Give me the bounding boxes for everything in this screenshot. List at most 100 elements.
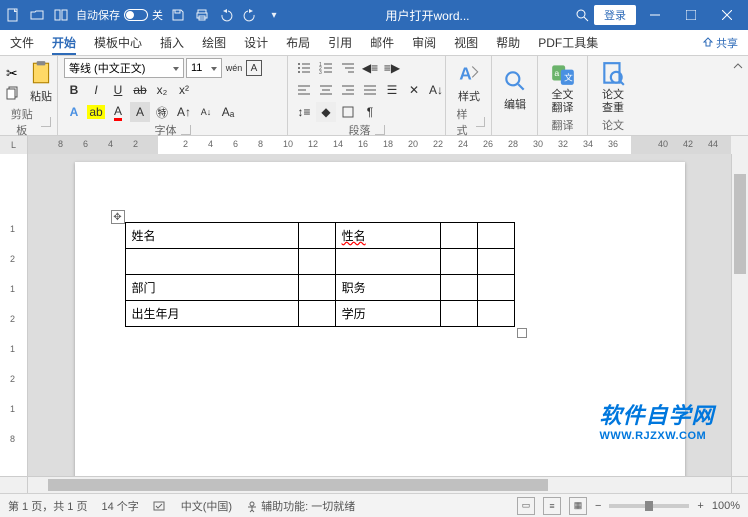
font-color-button[interactable]: A	[108, 102, 128, 122]
table-cell[interactable]	[298, 249, 335, 275]
phonetic-guide-icon[interactable]: wén	[224, 58, 244, 78]
asian-layout-button[interactable]: ✕	[404, 80, 424, 100]
table-cell[interactable]	[298, 223, 335, 249]
char-border-icon[interactable]: A	[246, 60, 262, 76]
print-layout-icon[interactable]: ≡	[543, 497, 561, 515]
italic-button[interactable]: I	[86, 80, 106, 100]
status-proofing-icon[interactable]	[153, 499, 167, 513]
tab-mail[interactable]: 邮件	[370, 34, 394, 51]
focus-view-icon[interactable]: ▭	[517, 497, 535, 515]
zoom-out-button[interactable]: −	[595, 500, 601, 512]
close-button[interactable]	[710, 0, 744, 30]
dialog-launcher-icon[interactable]	[375, 125, 385, 135]
table-cell[interactable]	[440, 223, 477, 249]
styles-button[interactable]: A样式	[452, 58, 486, 106]
show-marks-button[interactable]: ¶	[360, 102, 380, 122]
multilevel-list-button[interactable]	[338, 58, 358, 78]
table-cell[interactable]: 部门	[125, 275, 298, 301]
tab-file[interactable]: 文件	[10, 34, 34, 51]
ruler-horizontal[interactable]: 8 6 4 2 2 4 6 8 10 12 14 16 18 20 22 24 …	[28, 136, 731, 154]
table-cell[interactable]	[440, 249, 477, 275]
table-cell[interactable]: 职务	[335, 275, 440, 301]
underline-button[interactable]: U	[108, 80, 128, 100]
redo-icon[interactable]	[241, 6, 259, 24]
bold-button[interactable]: B	[64, 80, 84, 100]
tab-pdf[interactable]: PDF工具集	[538, 34, 598, 51]
table-cell[interactable]	[298, 301, 335, 327]
zoom-slider[interactable]	[609, 504, 689, 508]
table-cell[interactable]: 学历	[335, 301, 440, 327]
tab-layout[interactable]: 布局	[286, 34, 310, 51]
scrollbar-vertical[interactable]	[731, 154, 748, 476]
tab-references[interactable]: 引用	[328, 34, 352, 51]
dialog-launcher-icon[interactable]	[476, 117, 485, 127]
zoom-level[interactable]: 100%	[712, 500, 740, 512]
distribute-button[interactable]: ☰	[382, 80, 402, 100]
print-icon[interactable]	[193, 6, 211, 24]
line-spacing-button[interactable]: ↕≡	[294, 102, 314, 122]
table-cell[interactable]	[440, 301, 477, 327]
share-button[interactable]: 共享	[702, 35, 738, 51]
table-cell[interactable]	[477, 249, 514, 275]
thesis-check-button[interactable]: 论文查重	[594, 59, 632, 115]
copy-icon[interactable]	[6, 86, 20, 100]
justify-button[interactable]	[360, 80, 380, 100]
autosave-toggle[interactable]: 自动保存 关	[76, 7, 163, 23]
shading-button[interactable]: ◆	[316, 102, 336, 122]
collapse-ribbon-icon[interactable]	[728, 56, 748, 135]
tab-home[interactable]: 开始	[52, 34, 76, 51]
tab-templates[interactable]: 模板中心	[94, 34, 142, 51]
font-family-select[interactable]: 等线 (中文正文)	[64, 58, 184, 78]
table-cell[interactable]: 出生年月	[125, 301, 298, 327]
page[interactable]: ✥ 姓名 性名 部门	[75, 162, 685, 476]
enclose-char-button[interactable]: ㊕	[152, 102, 172, 122]
align-right-button[interactable]	[338, 80, 358, 100]
sort-button[interactable]: A↓	[426, 80, 446, 100]
tab-insert[interactable]: 插入	[160, 34, 184, 51]
table-cell[interactable]	[440, 275, 477, 301]
web-layout-icon[interactable]: ▦	[569, 497, 587, 515]
text-effects-button[interactable]: A	[64, 102, 84, 122]
grow-font-button[interactable]: A↑	[174, 102, 194, 122]
table-cell[interactable]: 性名	[335, 223, 440, 249]
bullets-button[interactable]	[294, 58, 314, 78]
tab-review[interactable]: 审阅	[412, 34, 436, 51]
translate-button[interactable]: a文全文翻译	[544, 59, 581, 115]
editing-button[interactable]: 编辑	[498, 66, 532, 114]
numbering-button[interactable]: 123	[316, 58, 336, 78]
table-cell[interactable]	[298, 275, 335, 301]
undo-icon[interactable]	[217, 6, 235, 24]
minimize-button[interactable]	[638, 0, 672, 30]
table-move-handle-icon[interactable]: ✥	[111, 210, 125, 224]
subscript-button[interactable]: x₂	[152, 80, 172, 100]
scrollbar-horizontal[interactable]	[28, 477, 731, 493]
dialog-launcher-icon[interactable]	[41, 117, 51, 127]
maximize-button[interactable]	[674, 0, 708, 30]
clear-format-button[interactable]: Aₐ	[218, 102, 238, 122]
open-file-icon[interactable]	[28, 6, 46, 24]
tab-design[interactable]: 设计	[244, 34, 268, 51]
superscript-button[interactable]: x²	[174, 80, 194, 100]
shrink-font-button[interactable]: A↓	[196, 102, 216, 122]
table-cell[interactable]	[335, 249, 440, 275]
templates-icon[interactable]	[52, 6, 70, 24]
highlight-button[interactable]: ab	[86, 102, 106, 122]
table-cell[interactable]: 姓名	[125, 223, 298, 249]
tab-help[interactable]: 帮助	[496, 34, 520, 51]
qat-customize-icon[interactable]: ▾	[265, 6, 283, 24]
document-table[interactable]: 姓名 性名 部门 职务	[125, 222, 515, 327]
align-center-button[interactable]	[316, 80, 336, 100]
search-icon[interactable]	[572, 5, 592, 25]
strikethrough-button[interactable]: ab	[130, 80, 150, 100]
tab-draw[interactable]: 绘图	[202, 34, 226, 51]
zoom-in-button[interactable]: +	[697, 500, 703, 512]
char-shading-button[interactable]: A	[130, 102, 150, 122]
table-cell[interactable]	[477, 275, 514, 301]
tab-view[interactable]: 视图	[454, 34, 478, 51]
table-resize-handle-icon[interactable]	[517, 328, 527, 338]
align-left-button[interactable]	[294, 80, 314, 100]
cut-icon[interactable]: ✂	[6, 65, 20, 82]
save-icon[interactable]	[169, 6, 187, 24]
dialog-launcher-icon[interactable]	[181, 125, 191, 135]
table-cell[interactable]	[477, 223, 514, 249]
